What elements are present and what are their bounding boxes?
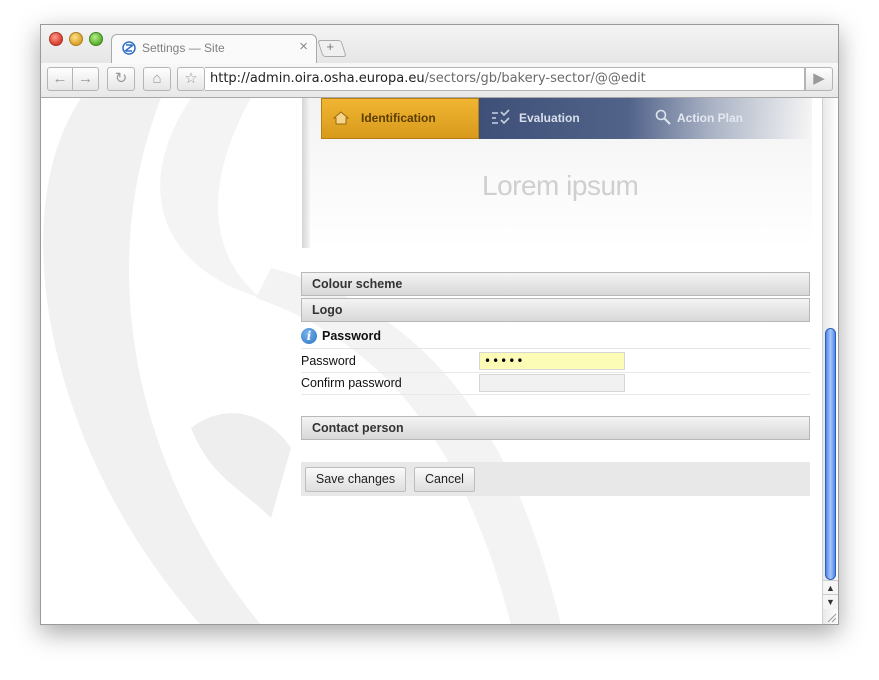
url-host: http://admin.oira.osha.europa.eu — [210, 71, 425, 86]
scroll-up-arrow-icon[interactable]: ▲ — [823, 580, 838, 595]
nav-tab-action-plan[interactable]: Action Plan — [641, 98, 811, 139]
section-colour-scheme[interactable]: Colour scheme — [301, 272, 810, 296]
scroll-down-arrow-icon[interactable]: ▼ — [823, 594, 838, 609]
confirm-password-input[interactable] — [479, 374, 625, 392]
cancel-button[interactable]: Cancel — [414, 467, 475, 492]
plus-icon: + — [326, 39, 334, 54]
hero-placeholder-text: Lorem ipsum — [482, 170, 639, 201]
step-navigation: Identification Evaluation Action Plan — [321, 98, 811, 139]
site-favicon-icon — [122, 41, 136, 55]
confirm-password-row: Confirm password — [301, 372, 810, 395]
confirm-password-label: Confirm password — [301, 376, 402, 390]
maximize-window-button[interactable] — [89, 32, 103, 46]
tab-title: Settings — Site — [142, 41, 225, 55]
password-label: Password — [301, 354, 356, 368]
section-logo[interactable]: Logo — [301, 298, 810, 322]
checklist-icon — [492, 109, 510, 125]
browser-tab[interactable]: Settings — Site × — [111, 34, 317, 63]
tab-close-icon[interactable]: × — [299, 38, 308, 55]
home-icon — [332, 111, 350, 125]
forward-button[interactable]: → — [72, 67, 99, 91]
vertical-scrollbar[interactable]: ▲ ▼ — [822, 98, 838, 624]
page-viewport: Identification Evaluation Action Plan Lo… — [41, 98, 838, 624]
back-button[interactable]: ← — [47, 67, 73, 91]
password-input[interactable]: ••••• — [479, 352, 625, 370]
new-tab-button[interactable]: + — [317, 39, 347, 57]
nav-identification-label: Identification — [361, 111, 436, 125]
header-edge — [302, 98, 310, 248]
bookmark-star-icon[interactable]: ☆ — [177, 67, 205, 91]
go-button[interactable]: ▶ — [805, 67, 833, 91]
password-fieldset-header: i Password — [301, 326, 810, 349]
nav-inactive-strip: Evaluation Action Plan — [479, 98, 811, 139]
address-bar[interactable]: http://admin.oira.osha.europa.eu/sectors… — [205, 67, 805, 91]
section-contact-person[interactable]: Contact person — [301, 416, 810, 440]
nav-tab-identification[interactable]: Identification — [321, 98, 479, 139]
reload-button[interactable]: ↻ — [107, 67, 135, 91]
title-bar: Settings — Site × + — [41, 25, 838, 63]
save-changes-button[interactable]: Save changes — [305, 467, 406, 492]
resize-grip-icon[interactable] — [825, 611, 837, 623]
browser-window: Settings — Site × + ← → ↻ ⌂ ☆ http://adm… — [40, 24, 839, 625]
password-row: Password ••••• — [301, 350, 810, 373]
info-icon: i — [301, 328, 317, 344]
nav-evaluation-label: Evaluation — [519, 111, 580, 125]
app-header: Identification Evaluation Action Plan Lo… — [302, 98, 812, 248]
scrollbar-thumb[interactable] — [825, 328, 836, 580]
url-path: /sectors/gb/bakery-sector/@@edit — [424, 71, 646, 86]
minimize-window-button[interactable] — [69, 32, 83, 46]
nav-tab-evaluation[interactable]: Evaluation — [479, 98, 629, 139]
browser-toolbar: ← → ↻ ⌂ ☆ http://admin.oira.osha.europa.… — [41, 63, 838, 98]
nav-action-plan-label: Action Plan — [677, 111, 744, 125]
magnifier-icon — [655, 109, 671, 125]
close-window-button[interactable] — [49, 32, 63, 46]
home-button[interactable]: ⌂ — [143, 67, 171, 91]
password-fieldset-title: Password — [322, 329, 382, 343]
form-actions: Save changes Cancel — [301, 462, 810, 496]
